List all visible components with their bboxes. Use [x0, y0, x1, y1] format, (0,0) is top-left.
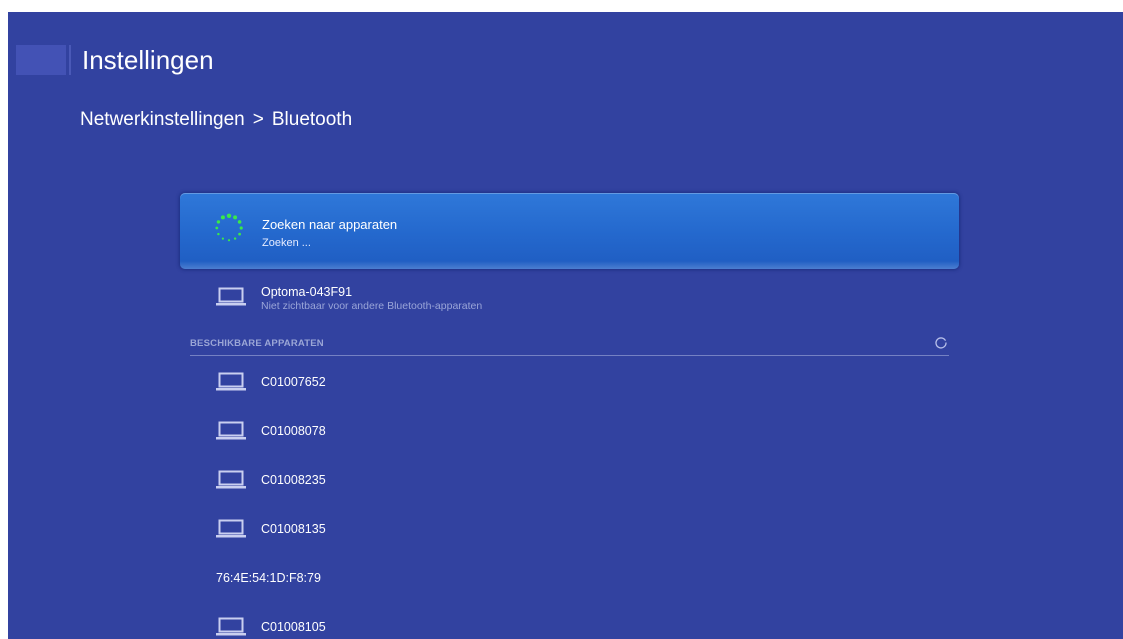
laptop-icon	[216, 470, 246, 489]
breadcrumb: Netwerkinstellingen > Bluetooth	[80, 108, 352, 132]
device-name: 76:4E:54:1D:F8:79	[216, 571, 321, 585]
device-item-c01008105[interactable]: C01008105	[180, 605, 959, 639]
device-item-c01007652[interactable]: C01007652	[180, 360, 959, 404]
laptop-icon	[216, 617, 246, 636]
settings-screen: Instellingen Netwerkinstellingen > Bluetoo…	[8, 12, 1123, 639]
own-device-visibility: Niet zichtbaar voor andere Bluetooth-app…	[261, 300, 483, 312]
breadcrumb-parent[interactable]: Netwerkinstellingen	[80, 109, 245, 130]
search-devices-item[interactable]: Zoeken naar apparaten Zoeken ...	[180, 193, 959, 269]
logo	[16, 45, 66, 75]
device-name: C01008235	[261, 473, 326, 487]
device-name: C01008105	[261, 620, 326, 634]
device-name: C01007652	[261, 375, 326, 389]
device-name: C01008078	[261, 424, 326, 438]
device-item-c01008235[interactable]: C01008235	[180, 458, 959, 502]
title-divider	[69, 45, 71, 75]
laptop-icon	[216, 372, 246, 391]
laptop-icon	[216, 519, 246, 538]
available-devices-label: BESCHIKBARE APPARATEN	[190, 338, 324, 349]
own-device-item[interactable]: Optoma-043F91 Niet zichtbaar voor andere…	[180, 278, 959, 322]
own-device-name: Optoma-043F91	[261, 285, 353, 299]
device-item-mac-address[interactable]: 76:4E:54:1D:F8:79	[180, 556, 959, 600]
device-item-c01008135[interactable]: C01008135	[180, 507, 959, 551]
device-item-c01008078[interactable]: C01008078	[180, 409, 959, 453]
available-devices-header: BESCHIKBARE APPARATEN	[190, 334, 949, 356]
laptop-icon	[216, 421, 246, 440]
section-divider	[190, 355, 949, 356]
search-devices-title: Zoeken naar apparaten	[262, 217, 398, 232]
breadcrumb-current: Bluetooth	[271, 109, 353, 130]
refresh-icon[interactable]	[934, 336, 948, 350]
loading-spinner-icon	[215, 213, 243, 242]
search-status: Zoeken ...	[262, 237, 311, 249]
page-title: Instellingen	[82, 45, 214, 75]
breadcrumb-separator: >	[252, 109, 264, 130]
device-name: C01008135	[261, 522, 326, 536]
laptop-icon	[216, 287, 246, 306]
